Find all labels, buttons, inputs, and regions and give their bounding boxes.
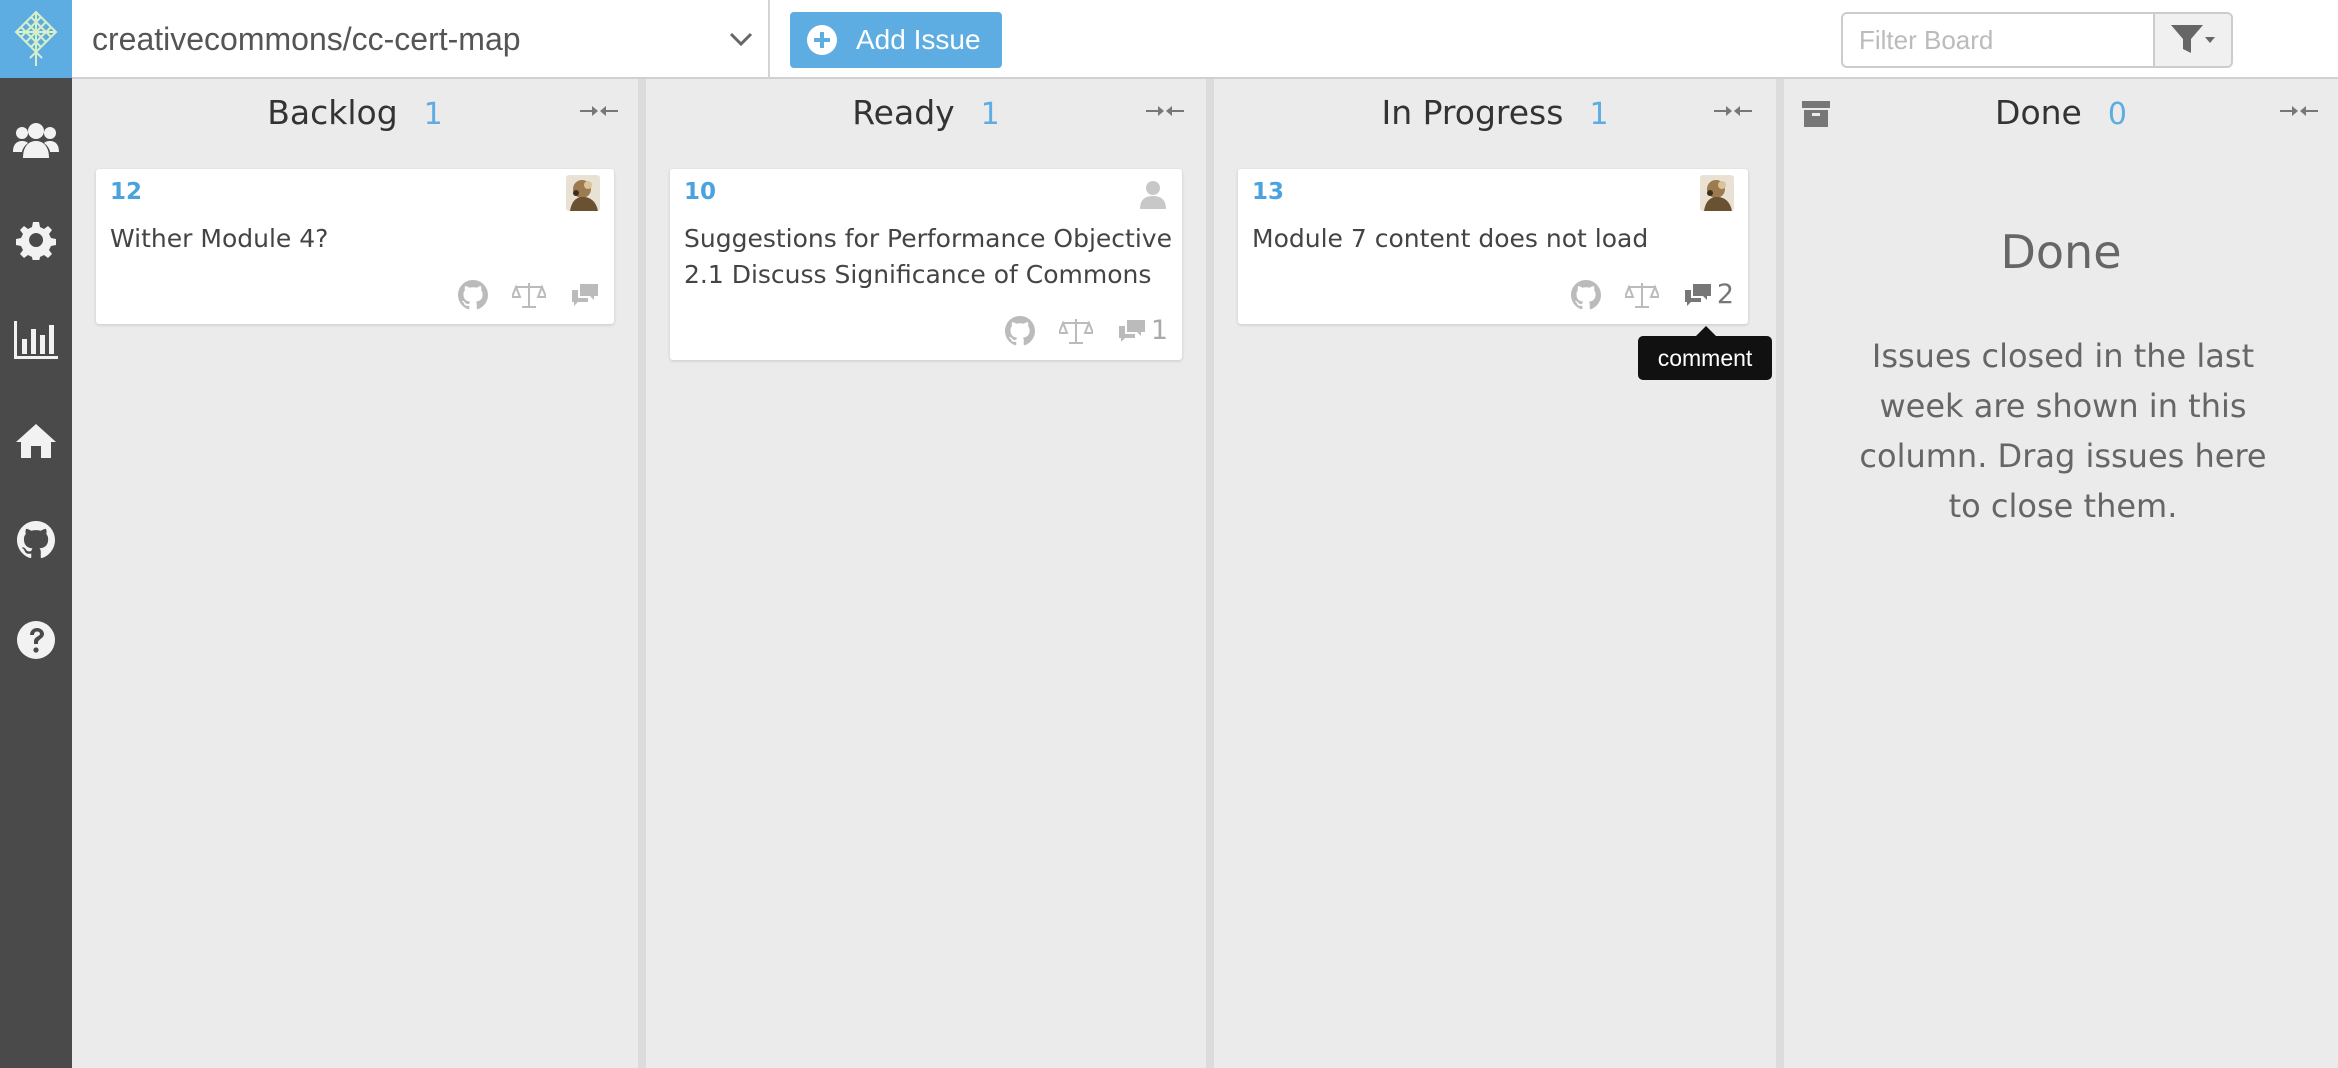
comment-count: 1: [1150, 315, 1168, 346]
add-issue-button[interactable]: Add Issue: [790, 12, 1002, 68]
issue-number[interactable]: 10: [684, 179, 716, 205]
issue-card[interactable]: 12 Wither Module 4?: [96, 169, 614, 324]
column-count: 1: [1589, 97, 1609, 132]
repo-name: creativecommons/cc-cert-map: [92, 20, 521, 57]
scale-icon[interactable]: [1058, 317, 1093, 345]
comment-icon[interactable]: [570, 282, 600, 308]
issue-number[interactable]: 13: [1252, 179, 1284, 205]
column-divider: [638, 79, 646, 1068]
column-ready: Ready 1 10 Suggestions for Performance O…: [646, 79, 1206, 1068]
column-count: 1: [423, 97, 443, 132]
bar-chart-icon[interactable]: [0, 310, 72, 370]
collapse-column-icon[interactable]: [1146, 101, 1184, 121]
collapse-column-icon[interactable]: [1714, 101, 1752, 121]
topbar: creativecommons/cc-cert-map Add Issue: [72, 0, 2338, 79]
column-title: Backlog: [267, 93, 398, 132]
scale-icon[interactable]: [1624, 281, 1659, 309]
collapse-column-icon[interactable]: [580, 101, 618, 121]
github-icon[interactable]: [0, 510, 72, 570]
gear-icon[interactable]: [0, 210, 72, 270]
help-icon[interactable]: [0, 610, 72, 670]
add-issue-label: Add Issue: [856, 24, 981, 55]
column-count: 1: [980, 97, 1000, 132]
issue-title: Suggestions for Performance Objective 2.1…: [684, 221, 1172, 293]
avatar[interactable]: [566, 175, 600, 211]
issue-card[interactable]: 13 Module 7 content does not load 2: [1238, 169, 1748, 324]
column-title: Ready: [852, 93, 955, 132]
funnel-icon: [2171, 25, 2215, 53]
comment-count: 2: [1716, 279, 1734, 310]
issue-title: Wither Module 4?: [110, 224, 329, 253]
chevron-down-icon: [729, 32, 753, 47]
column-in-progress: In Progress 1 13 Module 7 content does n…: [1214, 79, 1776, 1068]
issue-number[interactable]: 12: [110, 179, 142, 205]
github-icon[interactable]: [1570, 279, 1601, 310]
filter-input[interactable]: [1843, 14, 2179, 66]
plus-circle-icon: [807, 25, 837, 55]
column-header: In Progress 1: [1214, 93, 1776, 143]
column-header: Done 0: [1784, 93, 2338, 143]
github-icon[interactable]: [458, 280, 488, 310]
comment-icon[interactable]: 1: [1117, 315, 1168, 346]
empty-column-heading: Done: [2000, 225, 2122, 279]
avatar[interactable]: [1700, 175, 1734, 211]
column-title: In Progress: [1381, 93, 1564, 132]
home-icon[interactable]: [0, 410, 72, 470]
sidebar: [0, 0, 72, 1068]
collapse-column-icon[interactable]: [2280, 101, 2318, 121]
filter-button[interactable]: [2153, 14, 2231, 66]
issue-title-line: 2.1 Discuss Significance of Commons: [684, 260, 1152, 289]
card-footer: 2: [1570, 279, 1734, 310]
column-backlog: Backlog 1 12 Wither Module 4?: [72, 79, 638, 1068]
repo-selector[interactable]: creativecommons/cc-cert-map: [72, 0, 770, 78]
issue-title-line: Suggestions for Performance Objective: [684, 224, 1172, 253]
filter-board: [1841, 12, 2233, 68]
column-count: 0: [2107, 97, 2127, 132]
column-done: Done 0 Done Issues closed in the last we…: [1784, 79, 2338, 1068]
card-footer: 1: [1004, 315, 1168, 346]
column-header: Backlog 1: [72, 93, 638, 143]
comment-icon[interactable]: 2: [1683, 279, 1734, 310]
card-footer: [458, 280, 600, 310]
unassigned-user-icon[interactable]: [1138, 179, 1168, 209]
column-divider: [1776, 79, 1784, 1068]
column-header: Ready 1: [646, 93, 1206, 143]
cc-logo-icon[interactable]: [0, 0, 72, 78]
issue-card[interactable]: 10 Suggestions for Performance Objective…: [670, 169, 1182, 360]
issue-title: Module 7 content does not load: [1252, 224, 1649, 253]
scale-icon[interactable]: [512, 281, 546, 309]
comment-tooltip: comment: [1638, 326, 1772, 380]
team-icon[interactable]: [0, 110, 72, 170]
github-icon[interactable]: [1004, 315, 1035, 346]
column-divider: [1206, 79, 1214, 1068]
column-title: Done: [1995, 93, 2082, 132]
empty-column-text: Issues closed in the last week are shown…: [1859, 337, 2267, 525]
